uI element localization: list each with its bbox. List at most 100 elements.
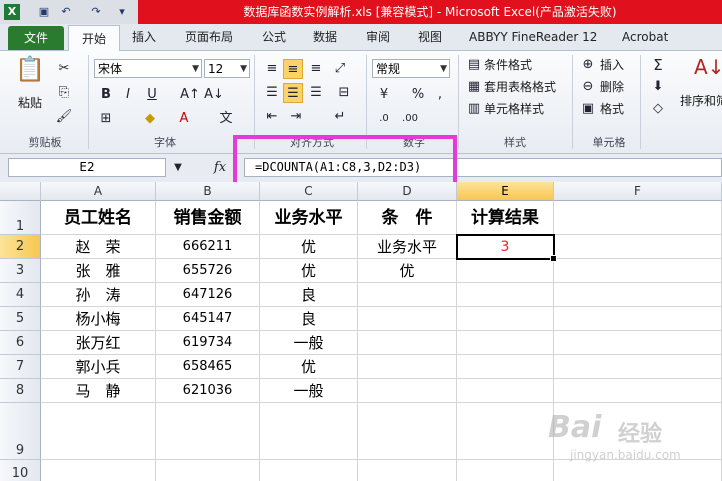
tab-page-layout[interactable]: 页面布局 bbox=[185, 24, 233, 50]
paste-icon[interactable]: 📋 bbox=[14, 57, 46, 91]
row-header-5[interactable]: 5 bbox=[0, 307, 41, 331]
redo-icon[interactable]: ↷ bbox=[88, 4, 104, 20]
customize-toolbar-icon[interactable]: ▾ bbox=[114, 4, 130, 20]
cell-amount[interactable]: 647126 bbox=[156, 283, 260, 307]
shrink-font-icon[interactable]: A↓ bbox=[204, 85, 224, 105]
autosum-icon[interactable]: Σ bbox=[648, 55, 668, 75]
conditional-format-button[interactable]: 条件格式 bbox=[484, 55, 532, 75]
cell-empty[interactable] bbox=[358, 283, 457, 307]
cell-empty[interactable] bbox=[554, 331, 722, 355]
grow-font-icon[interactable]: A↑ bbox=[180, 85, 200, 105]
format-as-table-button[interactable]: 套用表格格式 bbox=[484, 77, 556, 97]
cell-empty[interactable] bbox=[554, 235, 722, 259]
cell-empty[interactable] bbox=[358, 403, 457, 460]
header-cell-result[interactable]: 计算结果 bbox=[457, 201, 554, 235]
cell-empty[interactable] bbox=[457, 403, 554, 460]
cell-empty[interactable] bbox=[260, 460, 358, 481]
cell-empty[interactable] bbox=[358, 331, 457, 355]
save-icon[interactable]: ▣ bbox=[36, 4, 52, 20]
align-middle-icon[interactable]: ≡ bbox=[283, 59, 303, 79]
cell-level[interactable]: 一般 bbox=[260, 379, 358, 403]
undo-icon[interactable]: ↶ bbox=[58, 4, 74, 20]
cell-empty[interactable] bbox=[457, 379, 554, 403]
cell-empty[interactable] bbox=[41, 460, 156, 481]
header-cell-name[interactable]: 员工姓名 bbox=[41, 201, 156, 235]
cell-empty[interactable] bbox=[554, 283, 722, 307]
tab-view[interactable]: 视图 bbox=[418, 24, 442, 50]
cell-level[interactable]: 一般 bbox=[260, 331, 358, 355]
row-header-3[interactable]: 3 bbox=[0, 259, 41, 283]
cell-empty[interactable] bbox=[457, 283, 554, 307]
cell-name[interactable]: 杨小梅 bbox=[41, 307, 156, 331]
cell-name[interactable]: 郭小兵 bbox=[41, 355, 156, 379]
decrease-decimal-icon[interactable]: .00 bbox=[400, 109, 420, 129]
cell-level[interactable]: 优 bbox=[260, 235, 358, 259]
underline-button[interactable]: U bbox=[142, 85, 162, 105]
cell-level[interactable]: 优 bbox=[260, 259, 358, 283]
header-cell-level[interactable]: 业务水平 bbox=[260, 201, 358, 235]
tab-file[interactable]: 文件 bbox=[8, 26, 64, 50]
active-cell-selection[interactable] bbox=[456, 234, 557, 262]
cell-empty[interactable] bbox=[457, 307, 554, 331]
row-header-10[interactable]: 10 bbox=[0, 460, 41, 481]
align-center-icon[interactable]: ☰ bbox=[283, 83, 303, 103]
cell-empty[interactable] bbox=[156, 403, 260, 460]
cell-empty[interactable] bbox=[358, 355, 457, 379]
cell-name[interactable]: 孙 涛 bbox=[41, 283, 156, 307]
decrease-indent-icon[interactable]: ⇤ bbox=[262, 107, 282, 127]
comma-style-icon[interactable]: , bbox=[430, 85, 450, 105]
header-cell-criteria[interactable]: 条 件 bbox=[358, 201, 457, 235]
cell-empty[interactable] bbox=[358, 307, 457, 331]
tab-insert[interactable]: 插入 bbox=[132, 24, 156, 50]
column-header-c[interactable]: C bbox=[260, 182, 358, 201]
cell-styles-button[interactable]: 单元格样式 bbox=[484, 99, 544, 119]
cell-name[interactable]: 赵 荣 bbox=[41, 235, 156, 259]
cell-name[interactable]: 张万红 bbox=[41, 331, 156, 355]
cell-empty[interactable] bbox=[358, 460, 457, 481]
cell-empty[interactable] bbox=[41, 403, 156, 460]
cell-amount[interactable]: 658465 bbox=[156, 355, 260, 379]
tab-data[interactable]: 数据 bbox=[313, 24, 337, 50]
sort-filter-icon[interactable]: A↓ bbox=[694, 57, 722, 85]
cell-empty[interactable] bbox=[554, 460, 722, 481]
cell-empty[interactable] bbox=[554, 307, 722, 331]
cell-empty[interactable] bbox=[156, 460, 260, 481]
header-cell-amount[interactable]: 销售金额 bbox=[156, 201, 260, 235]
row-header-7[interactable]: 7 bbox=[0, 355, 41, 379]
percent-icon[interactable]: % bbox=[408, 85, 428, 105]
cell-empty[interactable] bbox=[457, 460, 554, 481]
fill-handle[interactable] bbox=[550, 255, 557, 262]
cell-f1[interactable] bbox=[554, 201, 722, 235]
border-icon[interactable]: ⊞ bbox=[96, 109, 116, 129]
cell-level[interactable]: 良 bbox=[260, 283, 358, 307]
cell-criteria-value[interactable]: 优 bbox=[358, 259, 457, 283]
insert-function-icon[interactable]: fx bbox=[210, 158, 230, 178]
clear-icon[interactable]: ◇ bbox=[648, 99, 668, 119]
cell-amount[interactable]: 666211 bbox=[156, 235, 260, 259]
cut-icon[interactable]: ✂ bbox=[54, 59, 74, 79]
row-header-6[interactable]: 6 bbox=[0, 331, 41, 355]
increase-indent-icon[interactable]: ⇥ bbox=[286, 107, 306, 127]
cell-criteria-field[interactable]: 业务水平 bbox=[358, 235, 457, 259]
cell-amount[interactable]: 645147 bbox=[156, 307, 260, 331]
align-bottom-icon[interactable]: ≡ bbox=[306, 59, 326, 79]
insert-cells-button[interactable]: 插入 bbox=[600, 55, 624, 75]
name-box[interactable]: E2 bbox=[8, 158, 166, 177]
cell-amount[interactable]: 619734 bbox=[156, 331, 260, 355]
fill-color-icon[interactable]: ◆ bbox=[140, 109, 160, 129]
column-header-b[interactable]: B bbox=[156, 182, 260, 201]
align-left-icon[interactable]: ☰ bbox=[262, 83, 282, 103]
delete-cells-button[interactable]: 删除 bbox=[600, 77, 624, 97]
orientation-icon[interactable]: ⤢ bbox=[330, 59, 350, 79]
row-header-1[interactable]: 1 bbox=[0, 201, 41, 235]
name-box-dropdown-icon[interactable]: ▼ bbox=[168, 158, 188, 178]
cell-empty[interactable] bbox=[457, 355, 554, 379]
italic-button[interactable]: I bbox=[118, 85, 138, 105]
cell-empty[interactable] bbox=[457, 331, 554, 355]
align-top-icon[interactable]: ≡ bbox=[262, 59, 282, 79]
wrap-text-icon[interactable]: ↵ bbox=[330, 107, 350, 127]
column-header-f[interactable]: F bbox=[554, 182, 722, 201]
increase-decimal-icon[interactable]: .0 bbox=[374, 109, 394, 129]
cell-level[interactable]: 优 bbox=[260, 355, 358, 379]
font-color-icon[interactable]: A bbox=[174, 109, 194, 129]
